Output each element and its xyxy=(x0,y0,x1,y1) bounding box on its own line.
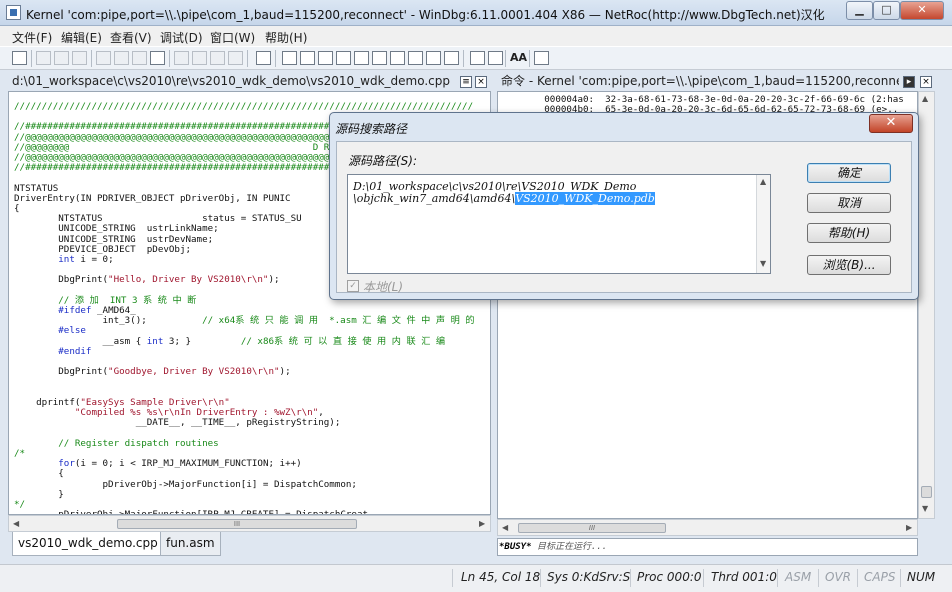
registers-window-icon[interactable] xyxy=(336,51,351,65)
step-out-icon[interactable] xyxy=(210,51,225,65)
status-ovr: OVR xyxy=(825,570,851,584)
pane-menu-icon[interactable]: ≡ xyxy=(460,76,472,88)
font-button[interactable]: AA xyxy=(510,51,527,64)
source-path-label: 源码路径(S): xyxy=(348,154,418,168)
memory-window-icon[interactable] xyxy=(354,51,369,65)
close-button[interactable]: ✕ xyxy=(900,1,944,20)
help-button[interactable]: 帮助(H) xyxy=(807,223,891,243)
command-input-status: 目标正在运行... xyxy=(536,542,608,552)
menu-file[interactable]: 文件(F) xyxy=(12,29,52,46)
source-path-textarea[interactable]: D:\01_workspace\c\vs2010\re\VS2010_WDK_D… xyxy=(347,174,771,274)
disassembly-window-icon[interactable] xyxy=(390,51,405,65)
dialog-close-button[interactable]: ✕ xyxy=(869,114,913,133)
local-checkbox-label: 本地(L) xyxy=(363,280,404,294)
tab-fun-asm[interactable]: fun.asm xyxy=(160,532,221,556)
source-tabs: vs2010_wdk_demo.cpp fun.asm xyxy=(8,532,491,557)
minimize-button[interactable]: ▁ xyxy=(846,1,873,20)
windbg-app-icon xyxy=(6,5,21,20)
status-line-col: Ln 45, Col 18 xyxy=(461,570,541,584)
run-to-cursor-icon[interactable] xyxy=(228,51,243,65)
status-thread: Thrd 001:0 xyxy=(711,570,777,584)
copy-icon[interactable] xyxy=(54,51,69,65)
hand-icon[interactable] xyxy=(256,51,271,65)
vertical-scrollbar-thumb[interactable] xyxy=(921,486,932,498)
local-checkbox[interactable]: ✓ xyxy=(347,280,359,292)
stop-debugging-icon[interactable] xyxy=(132,51,147,65)
menu-edit[interactable]: 编辑(E) xyxy=(61,29,102,46)
title-bar: Kernel 'com:pipe,port=\\.\pipe\com_1,bau… xyxy=(0,0,952,26)
menu-window[interactable]: 窗口(W) xyxy=(210,29,255,46)
status-num: NUM xyxy=(907,570,936,584)
source-path-selected-text: VS2010_WDK_Demo.pdb xyxy=(515,192,655,205)
source-horizontal-scrollbar[interactable]: ◀ III ▶ xyxy=(8,515,491,532)
ok-button[interactable]: 确定 xyxy=(807,163,891,183)
scrollbar-thumb[interactable]: III xyxy=(117,519,357,529)
dialog-body: 源码路径(S): D:\01_workspace\c\vs2010\re\VS2… xyxy=(336,141,912,294)
command-input[interactable]: *BUSY* 目标正在运行... xyxy=(497,538,918,556)
properties-icon[interactable] xyxy=(534,51,549,65)
break-icon[interactable] xyxy=(150,51,165,65)
busy-indicator: *BUSY* xyxy=(499,542,532,552)
menu-view[interactable]: 查看(V) xyxy=(110,29,152,46)
options-icon[interactable] xyxy=(488,51,503,65)
pane-close-icon[interactable]: × xyxy=(475,76,487,88)
source-path-scrollbar[interactable]: ▲ ▼ xyxy=(756,175,770,273)
call-stack-window-icon[interactable] xyxy=(372,51,387,65)
scratch-pad-icon[interactable] xyxy=(408,51,423,65)
source-mode-toggle-icon[interactable] xyxy=(470,51,485,65)
dialog-title: 源码搜索路径 xyxy=(335,122,408,136)
command-window-icon[interactable]: ▸ xyxy=(903,76,915,88)
restart-icon[interactable] xyxy=(114,51,129,65)
command-vertical-scrollbar[interactable]: ▲ ▼ xyxy=(918,91,935,519)
window-title: Kernel 'com:pipe,port=\\.\pipe\com_1,bau… xyxy=(26,8,825,22)
status-system: Sys 0:KdSrv:S xyxy=(547,570,631,584)
command-pane-title: 命令 - Kernel 'com:pipe,port=\\.\pipe\com_… xyxy=(497,73,899,91)
step-over-icon[interactable] xyxy=(192,51,207,65)
scrollbar-thumb[interactable]: III xyxy=(518,523,666,533)
step-into-icon[interactable] xyxy=(174,51,189,65)
locals-window-icon[interactable] xyxy=(318,51,333,65)
cut-icon[interactable] xyxy=(36,51,51,65)
source-search-path-dialog: 源码搜索路径 ✕ 源码路径(S): D:\01_workspace\c\vs20… xyxy=(329,112,919,300)
paste-icon[interactable] xyxy=(72,51,87,65)
source-mode-icon[interactable] xyxy=(444,51,459,65)
status-asm: ASM xyxy=(785,570,812,584)
browse-button[interactable]: 浏览(B)... xyxy=(807,255,891,275)
source-pane-title: d:\01_workspace\c\vs2010\re\vs2010_wdk_d… xyxy=(8,73,491,91)
command-horizontal-scrollbar[interactable]: ◀ III ▶ xyxy=(497,519,918,536)
menu-bar: 文件(F) 编辑(E) 查看(V) 调试(D) 窗口(W) 帮助(H) xyxy=(0,26,952,46)
menu-debug[interactable]: 调试(D) xyxy=(160,29,203,46)
source-path-line2: \objchk_win7_amd64\amd64\ xyxy=(353,192,516,205)
menu-help[interactable]: 帮助(H) xyxy=(265,29,307,46)
go-icon[interactable] xyxy=(96,51,111,65)
watch-window-icon[interactable] xyxy=(300,51,315,65)
maximize-button[interactable]: □ xyxy=(873,1,900,20)
open-file-icon[interactable] xyxy=(12,51,27,65)
cancel-button[interactable]: 取消 xyxy=(807,193,891,213)
status-process: Proc 000:0 xyxy=(637,570,702,584)
status-caps: CAPS xyxy=(864,570,896,584)
status-bar: Ln 45, Col 18 Sys 0:KdSrv:S Proc 000:0 T… xyxy=(0,564,952,592)
tab-vs2010-wdk-demo-cpp[interactable]: vs2010_wdk_demo.cpp xyxy=(12,532,164,556)
command-window-icon[interactable] xyxy=(282,51,297,65)
processes-threads-icon[interactable] xyxy=(426,51,441,65)
pane-close-icon[interactable]: × xyxy=(920,76,932,88)
toolbar: AA xyxy=(0,46,952,70)
